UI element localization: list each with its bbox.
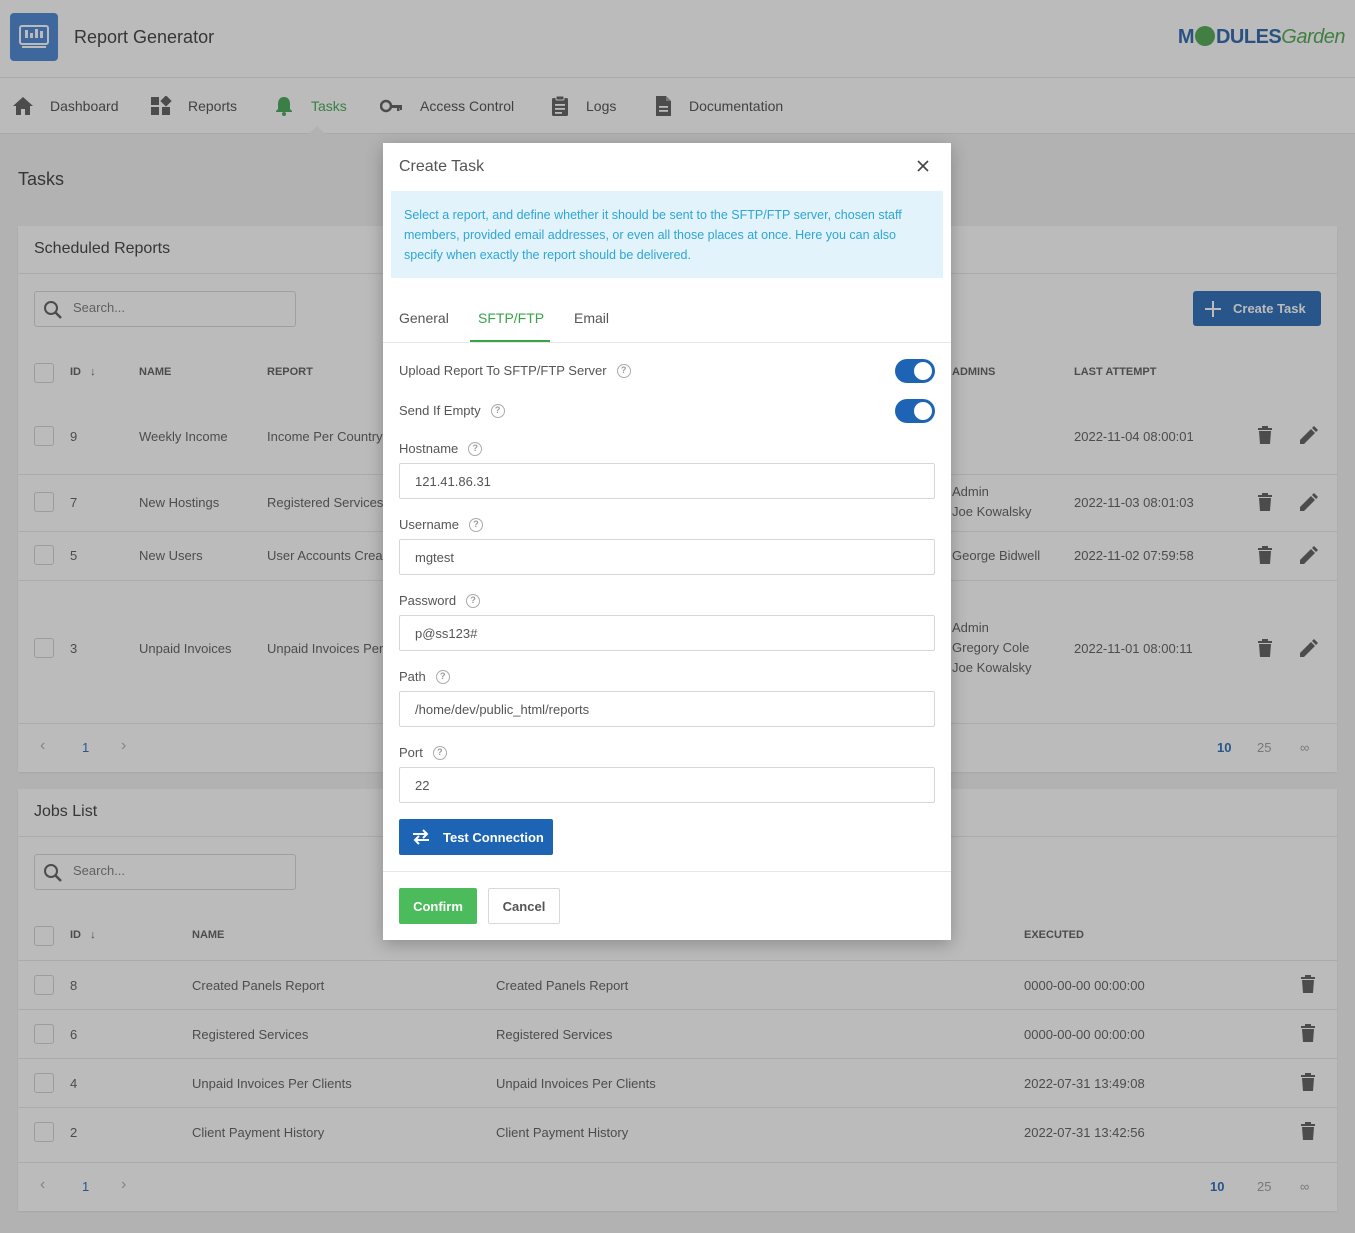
modal-footer-divider <box>383 871 951 872</box>
help-icon[interactable]: ? <box>490 403 505 418</box>
active-tab-indicator <box>470 340 550 342</box>
upload-report-label: Upload Report To SFTP/FTP Server? <box>399 363 631 378</box>
password-label: Password? <box>399 593 481 608</box>
upload-report-toggle[interactable] <box>895 359 935 383</box>
help-icon[interactable]: ? <box>468 517 483 532</box>
hostname-label: Hostname? <box>399 441 483 456</box>
tab-sftp-ftp[interactable]: SFTP/FTP <box>478 310 544 326</box>
password-label-text: Password <box>399 593 457 608</box>
create-task-modal: Create Task Select a report, and define … <box>383 143 951 940</box>
port-label-text: Port <box>399 745 423 760</box>
test-connection-label: Test Connection <box>443 829 544 845</box>
help-icon[interactable]: ? <box>616 363 631 378</box>
username-label: Username? <box>399 517 483 532</box>
help-icon[interactable]: ? <box>466 593 481 608</box>
help-icon[interactable]: ? <box>435 669 450 684</box>
test-connection-button[interactable]: Test Connection <box>399 819 553 855</box>
hostname-label-text: Hostname <box>399 441 459 456</box>
cancel-button[interactable]: Cancel <box>488 888 560 924</box>
path-label-text: Path <box>399 669 426 684</box>
hostname-field[interactable] <box>399 463 935 499</box>
send-if-empty-toggle[interactable] <box>895 399 935 423</box>
toggle-knob <box>914 362 932 380</box>
confirm-button[interactable]: Confirm <box>399 888 477 924</box>
username-field[interactable] <box>399 539 935 575</box>
help-icon[interactable]: ? <box>468 441 483 456</box>
tab-email[interactable]: Email <box>574 310 609 326</box>
tab-general[interactable]: General <box>399 310 449 326</box>
send-if-empty-label: Send If Empty? <box>399 403 505 418</box>
close-icon[interactable] <box>915 158 931 174</box>
path-field[interactable] <box>399 691 935 727</box>
send-if-empty-label-text: Send If Empty <box>399 403 481 418</box>
toggle-knob <box>914 402 932 420</box>
port-field[interactable] <box>399 767 935 803</box>
modal-tabs: General SFTP/FTP Email <box>383 298 951 343</box>
help-icon[interactable]: ? <box>432 745 447 760</box>
path-label: Path? <box>399 669 450 684</box>
password-field[interactable] <box>399 615 935 651</box>
swap-arrows-icon <box>413 829 429 845</box>
upload-report-label-text: Upload Report To SFTP/FTP Server <box>399 363 607 378</box>
info-alert: Select a report, and define whether it s… <box>391 191 943 278</box>
port-label: Port? <box>399 745 447 760</box>
modal-title: Create Task <box>399 158 485 175</box>
username-label-text: Username <box>399 517 459 532</box>
